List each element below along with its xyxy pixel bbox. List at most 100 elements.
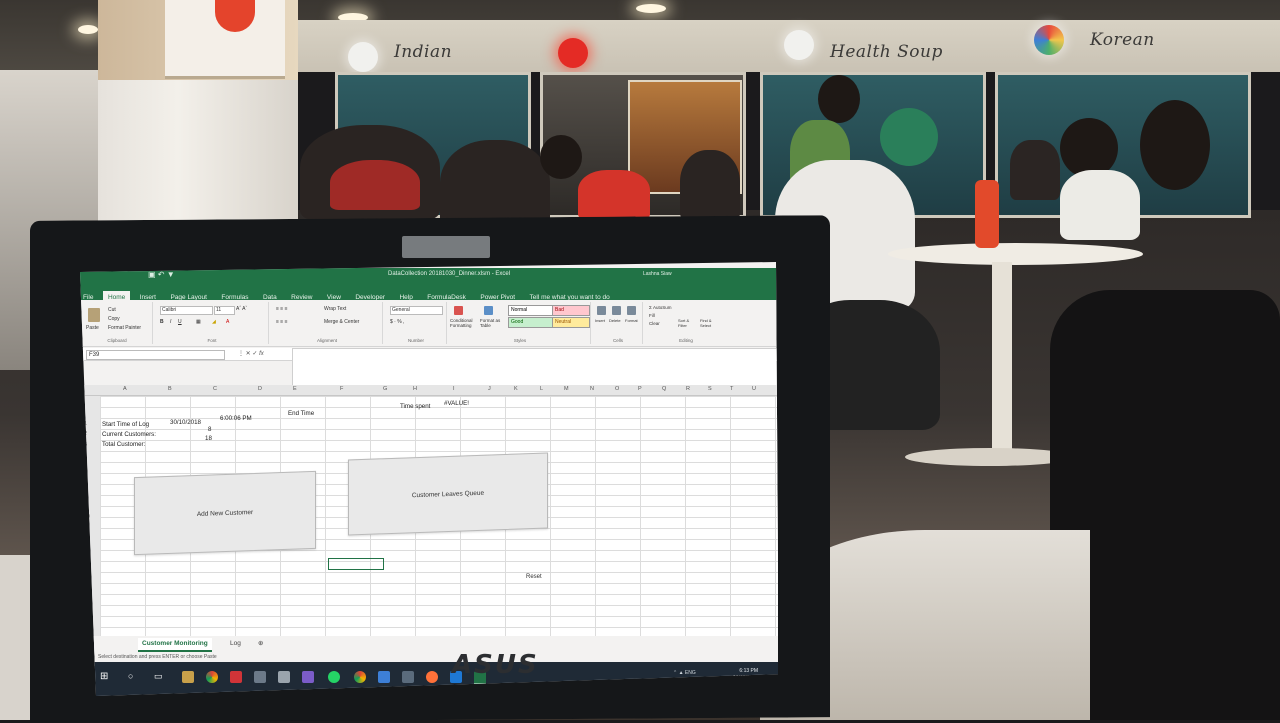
italic-button[interactable]: I bbox=[170, 319, 171, 325]
firefox-icon[interactable] bbox=[426, 671, 438, 683]
delete-cells-icon[interactable] bbox=[612, 306, 621, 315]
row-number[interactable]: 23 bbox=[84, 648, 90, 654]
col-s[interactable]: S bbox=[708, 386, 712, 392]
row-number[interactable]: 11 bbox=[84, 524, 90, 530]
row-number[interactable]: 21 bbox=[84, 627, 90, 633]
format-painter-button[interactable]: Format Painter bbox=[108, 325, 141, 331]
style-good[interactable]: Good bbox=[508, 317, 554, 328]
cell-b2[interactable]: 8 bbox=[208, 426, 211, 433]
cell-a1[interactable]: Start Time of Log bbox=[102, 421, 149, 428]
merge-center-button[interactable]: Merge & Center bbox=[324, 319, 359, 325]
cell-b3[interactable]: 18 bbox=[205, 435, 212, 442]
row-number[interactable]: 7 bbox=[84, 483, 87, 489]
chrome-icon[interactable] bbox=[354, 671, 366, 683]
paste-icon[interactable] bbox=[88, 308, 100, 322]
row-number[interactable]: 13 bbox=[84, 545, 90, 551]
row-number[interactable]: 8 bbox=[84, 493, 87, 499]
wrap-text-button[interactable]: Wrap Text bbox=[324, 306, 346, 312]
font-size-select[interactable]: 11 bbox=[214, 306, 235, 315]
style-neutral[interactable]: Neutral bbox=[552, 317, 590, 328]
delete-cells-button[interactable]: Delete bbox=[609, 318, 621, 323]
reset-button[interactable]: Reset bbox=[526, 574, 556, 584]
row-number[interactable]: 17 bbox=[84, 586, 90, 592]
row-number[interactable]: 3 bbox=[84, 442, 87, 448]
cell-b1[interactable]: 30/10/2018 bbox=[170, 419, 201, 426]
clear-button[interactable]: Clear bbox=[649, 321, 660, 326]
fill-color-icon[interactable]: ◢ bbox=[212, 319, 216, 325]
user-name[interactable]: Lashna Siaw bbox=[643, 271, 672, 277]
bold-button[interactable]: B bbox=[160, 319, 164, 325]
autosum-button[interactable]: Σ AutoSum bbox=[649, 305, 672, 310]
app-icon[interactable] bbox=[402, 671, 414, 683]
fill-button[interactable]: Fill bbox=[649, 313, 655, 318]
row-number[interactable]: 4 bbox=[84, 452, 87, 458]
sort-filter-button[interactable]: Sort & Filter bbox=[678, 318, 698, 328]
col-d[interactable]: D bbox=[258, 386, 262, 392]
row-number[interactable]: 9 bbox=[84, 503, 87, 509]
row-number[interactable]: 22 bbox=[84, 637, 90, 643]
cell-c1[interactable]: 6:00:06 PM bbox=[220, 415, 252, 422]
col-o[interactable]: O bbox=[615, 386, 619, 392]
app-icon[interactable] bbox=[302, 671, 314, 683]
sheet-tab-customer-monitoring[interactable]: Customer Monitoring bbox=[138, 638, 212, 652]
col-p[interactable]: P bbox=[638, 386, 642, 392]
col-b[interactable]: B bbox=[168, 386, 172, 392]
cell-i1[interactable]: #VALUE! bbox=[444, 400, 469, 407]
row-number[interactable]: 1 bbox=[84, 421, 87, 427]
row-number[interactable]: 6 bbox=[84, 473, 87, 479]
cell-a2[interactable]: Current Customers: bbox=[102, 431, 156, 438]
app-icon[interactable] bbox=[378, 671, 390, 683]
cell-e1[interactable]: End Time bbox=[288, 410, 314, 417]
formula-buttons[interactable]: ⋮ ✕ ✓ fx bbox=[238, 350, 264, 357]
sheet-tab-log[interactable]: Log bbox=[226, 638, 245, 650]
row-number[interactable]: 12 bbox=[84, 534, 90, 540]
col-j[interactable]: J bbox=[488, 386, 491, 392]
row-number[interactable]: 14 bbox=[84, 555, 90, 561]
paste-button[interactable]: Paste bbox=[86, 325, 99, 331]
style-bad[interactable]: Bad bbox=[552, 305, 590, 316]
add-sheet-icon[interactable]: ⊕ bbox=[254, 638, 267, 650]
selected-cell[interactable] bbox=[328, 558, 384, 570]
app-icon[interactable] bbox=[278, 671, 290, 683]
number-format-select[interactable]: General bbox=[390, 306, 443, 315]
copy-button[interactable]: Copy bbox=[108, 316, 120, 322]
format-as-table-button[interactable]: Format as Table bbox=[480, 318, 504, 328]
col-l[interactable]: L bbox=[540, 386, 543, 392]
col-c[interactable]: C bbox=[213, 386, 217, 392]
col-n[interactable]: N bbox=[590, 386, 594, 392]
row-number[interactable]: 18 bbox=[84, 596, 90, 602]
find-select-button[interactable]: Find & Select bbox=[700, 318, 722, 328]
start-icon[interactable]: ⊞ bbox=[100, 671, 112, 683]
row-number[interactable]: 5 bbox=[84, 462, 87, 468]
cell-a3[interactable]: Total Customer: bbox=[102, 441, 145, 448]
col-t[interactable]: T bbox=[730, 386, 733, 392]
office-icon[interactable] bbox=[230, 671, 242, 683]
whatsapp-icon[interactable] bbox=[328, 671, 340, 683]
format-cells-button[interactable]: Format bbox=[625, 318, 638, 323]
search-icon[interactable]: ○ bbox=[128, 671, 140, 683]
col-k[interactable]: K bbox=[514, 386, 518, 392]
tray-language[interactable]: ENG bbox=[685, 670, 696, 676]
align-left-buttons[interactable]: ≡ ≡ ≡ bbox=[276, 319, 288, 325]
format-cells-icon[interactable] bbox=[627, 306, 636, 315]
insert-cells-button[interactable]: Insert bbox=[595, 318, 605, 323]
name-box[interactable]: F39 bbox=[86, 350, 225, 360]
format-as-table-icon[interactable] bbox=[484, 306, 493, 315]
row-number[interactable]: 2 bbox=[84, 431, 87, 437]
insert-cells-icon[interactable] bbox=[597, 306, 606, 315]
quick-access-toolbar[interactable]: ▣ ↶ ▼ bbox=[148, 270, 175, 279]
col-u[interactable]: U bbox=[752, 386, 756, 392]
row-number[interactable]: 24 bbox=[84, 658, 90, 664]
underline-button[interactable]: U bbox=[178, 319, 182, 325]
system-tray[interactable]: ⌃ ▲ ENG bbox=[673, 670, 696, 676]
customer-leaves-queue-button[interactable]: Customer Leaves Queue bbox=[348, 452, 548, 536]
col-f[interactable]: F bbox=[340, 386, 343, 392]
row-number[interactable]: 19 bbox=[84, 606, 90, 612]
row-number[interactable]: 10 bbox=[84, 514, 90, 520]
row-number[interactable]: 20 bbox=[84, 617, 90, 623]
col-h[interactable]: H bbox=[413, 386, 417, 392]
font-color-icon[interactable]: A bbox=[226, 319, 229, 325]
col-r[interactable]: R bbox=[686, 386, 690, 392]
col-m[interactable]: M bbox=[564, 386, 569, 392]
borders-button[interactable]: ▦ bbox=[196, 319, 201, 325]
